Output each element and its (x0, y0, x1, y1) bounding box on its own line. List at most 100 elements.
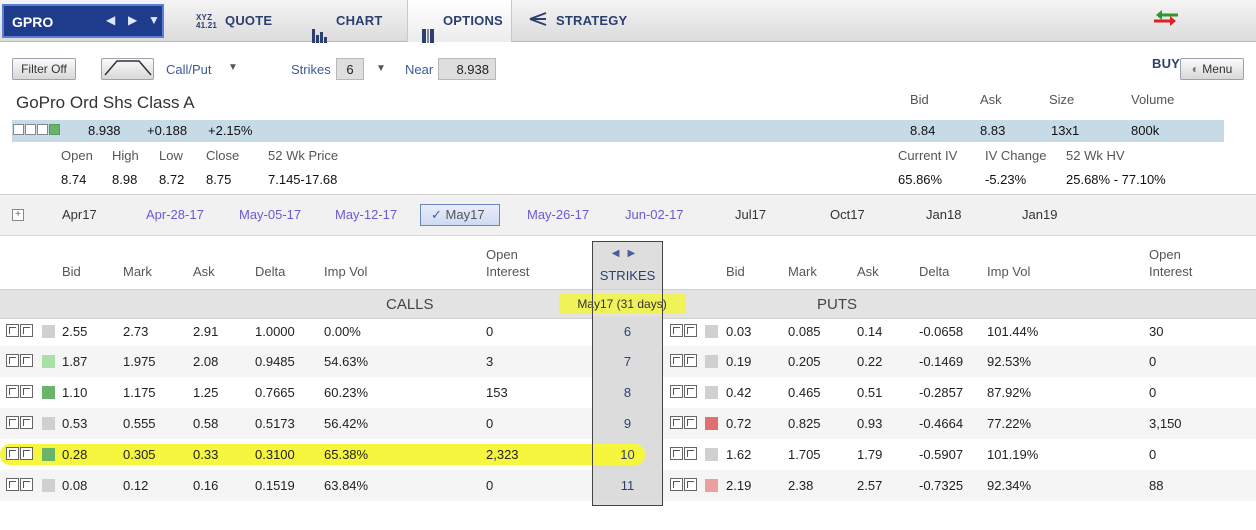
put-cell[interactable]: 101.19% (987, 447, 1038, 462)
call-row-icons[interactable] (6, 416, 34, 431)
collapse-icon[interactable] (13, 124, 24, 135)
call-cell[interactable]: 54.63% (324, 354, 368, 369)
call-cell[interactable]: 0.58 (193, 416, 218, 431)
expiry-may-12-17[interactable]: May-12-17 (335, 207, 397, 222)
call-cell[interactable]: 2.73 (123, 324, 148, 339)
expiry-jul17[interactable]: Jul17 (735, 207, 766, 222)
call-cell[interactable]: 0.33 (193, 447, 218, 462)
call-cell[interactable]: 0.12 (123, 478, 148, 493)
filter-off-button[interactable]: Filter Off (12, 58, 76, 80)
put-cell[interactable]: 1.705 (788, 447, 821, 462)
expiry-oct17[interactable]: Oct17 (830, 207, 865, 222)
call-cell[interactable]: 0.9485 (255, 354, 295, 369)
call-cell[interactable]: 0 (486, 416, 493, 431)
call-cell[interactable]: 1.175 (123, 385, 156, 400)
add-square-icon[interactable] (20, 324, 33, 337)
put-cell[interactable]: 0.93 (857, 416, 882, 431)
call-cell[interactable]: 1.0000 (255, 324, 295, 339)
add-square-icon[interactable] (684, 354, 697, 367)
tab-chart[interactable]: CHART (312, 0, 402, 43)
put-cell[interactable]: 0.14 (857, 324, 882, 339)
call-cell[interactable]: 0.08 (62, 478, 87, 493)
call-put-dropdown-icon[interactable]: ▼ (228, 62, 238, 73)
put-row-icons[interactable] (670, 354, 698, 369)
call-row-icons[interactable] (6, 385, 34, 400)
put-cell[interactable]: 0.205 (788, 354, 821, 369)
call-cell[interactable]: 0.305 (123, 447, 156, 462)
chart-square-icon[interactable] (670, 416, 683, 429)
put-cell[interactable]: 0.19 (726, 354, 751, 369)
chart-square-icon[interactable] (6, 385, 19, 398)
put-cell[interactable]: 0.465 (788, 385, 821, 400)
call-cell[interactable]: 0.16 (193, 478, 218, 493)
call-cell[interactable]: 0.00% (324, 324, 361, 339)
put-cell[interactable]: 2.38 (788, 478, 813, 493)
menu-button[interactable]: ◐ Menu (1180, 58, 1244, 80)
put-cell[interactable]: 30 (1149, 324, 1163, 339)
put-cell[interactable]: -0.2857 (919, 385, 963, 400)
put-cell[interactable]: 0.22 (857, 354, 882, 369)
add-square-icon[interactable] (684, 385, 697, 398)
expiry-jan18[interactable]: Jan18 (926, 207, 961, 222)
next-symbol-icon[interactable]: ▶ (128, 13, 137, 27)
strikes-count[interactable]: 6 (336, 58, 364, 80)
put-cell[interactable]: 88 (1149, 478, 1163, 493)
chart-square-icon[interactable] (6, 354, 19, 367)
expiry-may-05-17[interactable]: May-05-17 (239, 207, 301, 222)
expiry-jun-02-17[interactable]: Jun-02-17 (625, 207, 684, 222)
add-square-icon[interactable] (20, 385, 33, 398)
put-cell[interactable]: 0.42 (726, 385, 751, 400)
call-cell[interactable]: 56.42% (324, 416, 368, 431)
expiry-jan19[interactable]: Jan19 (1022, 207, 1057, 222)
expand-all-icon[interactable]: + (12, 209, 24, 221)
doc-icon[interactable] (37, 124, 48, 135)
put-cell[interactable]: 0.03 (726, 324, 751, 339)
add-square-icon[interactable] (684, 478, 697, 491)
call-cell[interactable]: 2.91 (193, 324, 218, 339)
call-cell[interactable]: 0.1519 (255, 478, 295, 493)
call-cell[interactable]: 0 (486, 478, 493, 493)
chart-square-icon[interactable] (670, 447, 683, 460)
call-cell[interactable]: 1.10 (62, 385, 87, 400)
chart-square-icon[interactable] (6, 447, 19, 460)
table-row[interactable]: 1.10 1.175 1.25 0.7665 60.23% 153 8 0.42 0.465 0.… (0, 377, 1256, 408)
tab-options[interactable]: OPTIONS (407, 0, 512, 43)
strike-scroll-arrows-icon[interactable]: ◀▶ (593, 248, 662, 259)
put-cell[interactable]: 0.825 (788, 416, 821, 431)
buy-sell-button[interactable]: BUY/SELL (1152, 0, 1252, 71)
call-cell[interactable]: 0.7665 (255, 385, 295, 400)
add-square-icon[interactable] (684, 447, 697, 460)
call-cell[interactable]: 1.25 (193, 385, 218, 400)
call-cell[interactable]: 0.53 (62, 416, 87, 431)
put-row-icons[interactable] (670, 385, 698, 400)
expiry-may17-selected[interactable]: ✓ May17 (420, 204, 500, 226)
put-cell[interactable]: 0 (1149, 354, 1156, 369)
symbol-dropdown-icon[interactable]: ▼ (148, 13, 160, 27)
put-cell[interactable]: 0 (1149, 447, 1156, 462)
put-row-icons[interactable] (670, 324, 698, 339)
put-cell[interactable]: -0.5907 (919, 447, 963, 462)
put-cell[interactable]: 1.62 (726, 447, 751, 462)
put-cell[interactable]: -0.7325 (919, 478, 963, 493)
put-cell[interactable]: -0.4664 (919, 416, 963, 431)
call-cell[interactable]: 0.555 (123, 416, 156, 431)
put-cell[interactable]: 3,150 (1149, 416, 1182, 431)
table-row[interactable]: 2.55 2.73 2.91 1.0000 0.00% 0 6 0.03 0.085 0.14 -0… (0, 316, 1256, 347)
call-cell[interactable]: 60.23% (324, 385, 368, 400)
add-square-icon[interactable] (20, 447, 33, 460)
call-cell[interactable]: 2.08 (193, 354, 218, 369)
call-row-icons[interactable] (6, 324, 34, 339)
near-price-input[interactable]: 8.938 (438, 58, 496, 80)
put-cell[interactable]: 87.92% (987, 385, 1031, 400)
put-cell[interactable]: 77.22% (987, 416, 1031, 431)
table-row[interactable]: 0.53 0.555 0.58 0.5173 56.42% 0 9 0.72 0.825 0.93… (0, 408, 1256, 439)
put-cell[interactable]: 2.57 (857, 478, 882, 493)
expiry-may-26-17[interactable]: May-26-17 (527, 207, 589, 222)
expand-icon[interactable] (25, 124, 36, 135)
put-cell[interactable]: 1.79 (857, 447, 882, 462)
call-cell[interactable]: 0 (486, 324, 493, 339)
call-row-icons[interactable] (6, 354, 34, 369)
strikes-dropdown-icon[interactable]: ▼ (376, 63, 386, 74)
call-row-icons[interactable] (6, 447, 34, 462)
put-cell[interactable]: 0.085 (788, 324, 821, 339)
